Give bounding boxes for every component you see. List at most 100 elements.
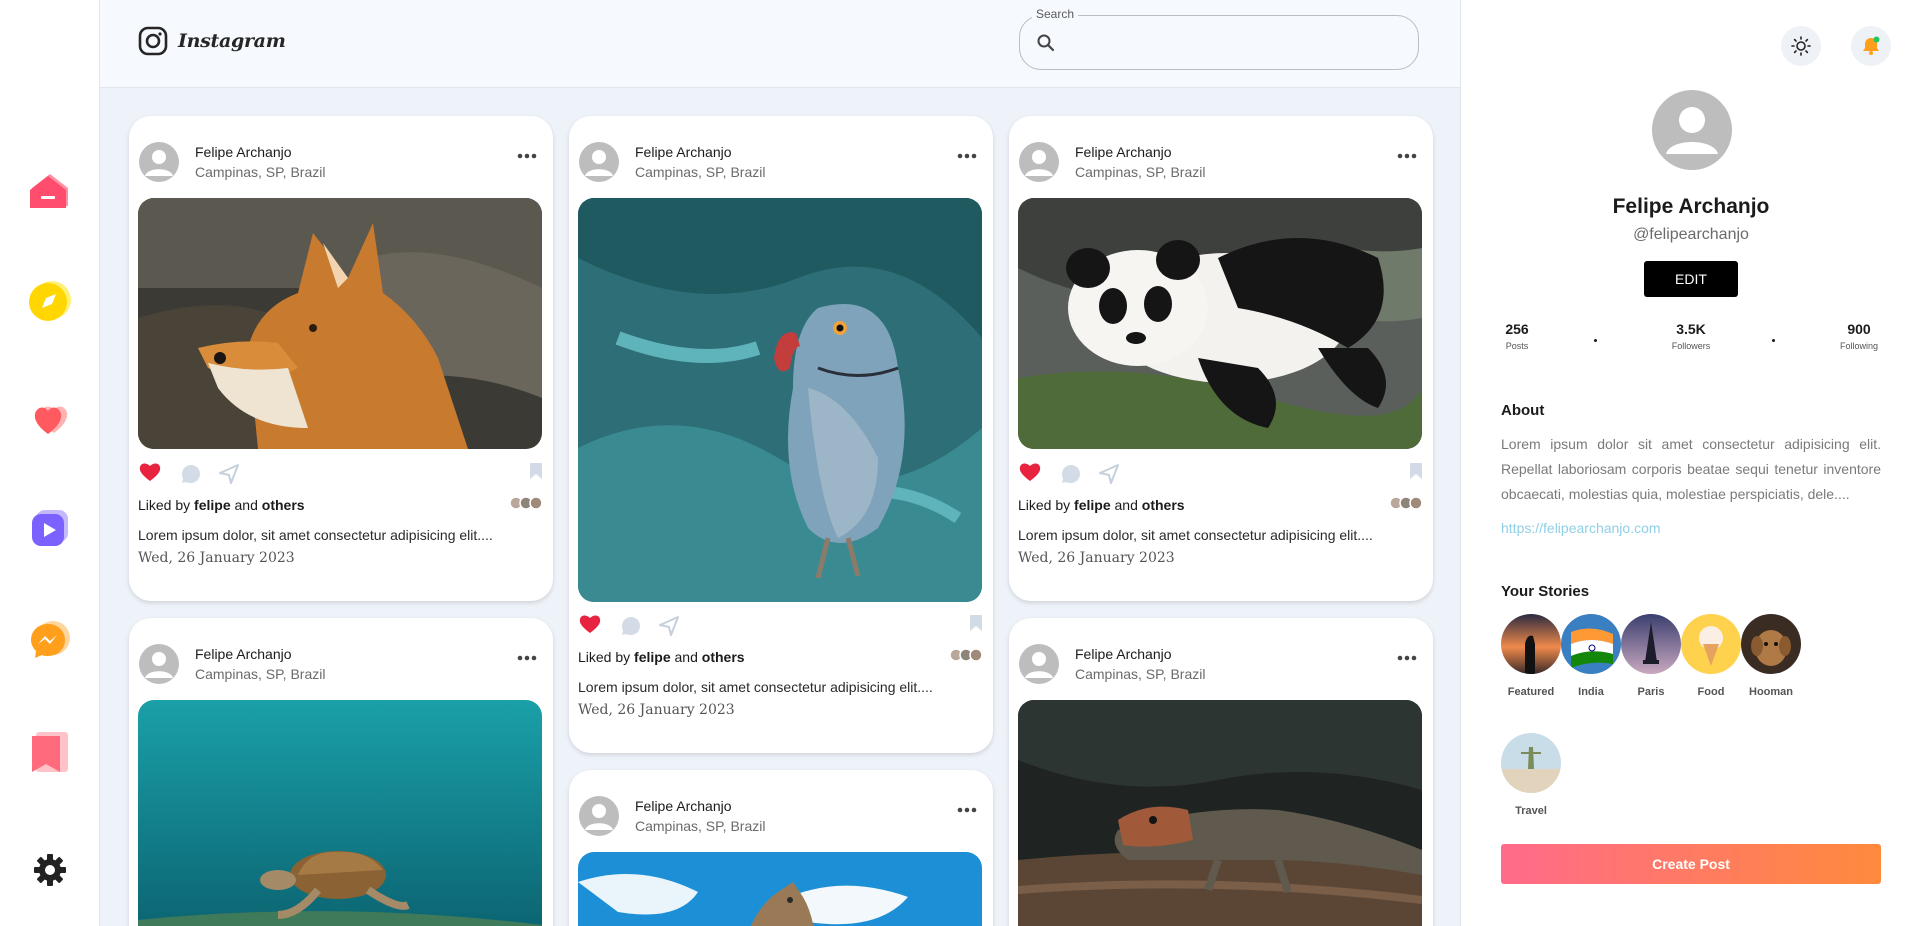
liked-avatars [949,648,983,662]
saved-icon[interactable] [26,728,74,776]
like-icon[interactable] [578,613,602,635]
liked-avatars [1389,496,1423,510]
about-text: Lorem ipsum dolor sit amet consectetur a… [1501,436,1881,502]
stat-posts: 256 Posts [1501,321,1533,351]
post-author[interactable]: Felipe Archanjo [635,144,732,160]
explore-icon[interactable] [26,277,74,325]
story-thumbnail [1681,614,1741,674]
profile-panel: Felipe Archanjo @felipearchanjo EDIT 256… [1460,0,1920,926]
avatar[interactable] [139,644,179,684]
stat-following: 900 Following [1837,321,1881,351]
stat-value: 3.5K [1676,321,1706,337]
post-header: Felipe Archanjo Campinas, SP, Brazil [569,116,993,200]
post-date: Wed, 26 January 2023 [1018,550,1175,566]
avatar[interactable] [1019,644,1059,684]
story-thumbnail [1741,614,1801,674]
avatar[interactable] [1019,142,1059,182]
post-location: Campinas, SP, Brazil [1075,666,1206,682]
profile-stats: 256 Posts 3.5K Followers 900 Following [1501,321,1881,361]
more-options-icon[interactable] [1395,648,1419,668]
search-label: Search [1032,7,1079,21]
share-icon[interactable] [658,615,680,637]
logo[interactable]: Instagram [138,26,286,56]
search-box[interactable]: Search [1019,7,1419,70]
instagram-logo-icon [138,26,168,56]
post-actions [1018,461,1424,487]
post-author[interactable]: Felipe Archanjo [635,798,732,814]
post-location: Campinas, SP, Brazil [1075,164,1206,180]
share-icon[interactable] [1098,463,1120,485]
messenger-icon[interactable] [26,616,74,664]
post-header: Felipe Archanjo Campinas, SP, Brazil [129,618,553,702]
settings-icon[interactable] [26,846,74,894]
profile-avatar[interactable] [1652,90,1732,170]
post-image-turtle[interactable] [138,700,542,926]
profile-link[interactable]: https://felipearchanjo.com [1501,520,1661,536]
more-options-icon[interactable] [955,800,979,820]
post-date: Wed, 26 January 2023 [138,550,295,566]
post-header: Felipe Archanjo Campinas, SP, Brazil [129,116,553,200]
story-thumbnail [1501,733,1561,793]
profile-name: Felipe Archanjo [1612,195,1770,218]
post-caption: Lorem ipsum dolor, sit amet consectetur … [578,679,933,695]
home-icon[interactable] [26,166,74,214]
like-icon[interactable] [138,461,162,483]
liked-by-text: Liked by felipe and others [1018,497,1185,513]
comment-icon[interactable] [1060,463,1082,485]
post-card: Felipe Archanjo Campinas, SP, Brazil [1009,618,1433,926]
edit-profile-button[interactable]: EDIT [1644,261,1738,297]
post-card: Felipe Archanjo Campinas, SP, Brazil [569,116,993,753]
top-header: Instagram Search [100,0,1460,88]
post-header: Felipe Archanjo Campinas, SP, Brazil [569,770,993,854]
theme-toggle-button[interactable] [1781,26,1821,66]
avatar[interactable] [139,142,179,182]
post-location: Campinas, SP, Brazil [635,818,766,834]
bell-icon [1863,36,1880,55]
post-image-lizard[interactable] [1018,700,1422,926]
more-options-icon[interactable] [515,648,539,668]
liked-by-text: Liked by felipe and others [578,649,745,665]
more-options-icon[interactable] [515,146,539,166]
post-image-parrot[interactable] [578,198,982,602]
post-actions [578,613,984,639]
stat-followers: 3.5K Followers [1663,321,1719,351]
comment-icon[interactable] [620,615,642,637]
post-image-giraffe[interactable] [578,852,982,926]
post-author[interactable]: Felipe Archanjo [195,144,292,160]
liked-by-text: Liked by felipe and others [138,497,305,513]
left-nav [0,0,100,926]
post-card: Felipe Archanjo Campinas, SP, Brazil [569,770,993,926]
post-author[interactable]: Felipe Archanjo [1075,144,1172,160]
post-caption: Lorem ipsum dolor, sit amet consectetur … [138,527,493,543]
post-location: Campinas, SP, Brazil [195,164,326,180]
logo-text: Instagram [178,30,286,52]
share-icon[interactable] [218,463,240,485]
stories-title: Your Stories [1501,583,1590,600]
search-input[interactable] [1064,26,1404,60]
comment-icon[interactable] [180,463,202,485]
bookmark-icon[interactable] [1408,461,1424,481]
stat-value: 256 [1505,321,1529,337]
post-image-panda[interactable] [1018,198,1422,449]
post-author[interactable]: Felipe Archanjo [195,646,292,662]
feed: Felipe Archanjo Campinas, SP, Brazil Lik… [100,88,1460,926]
story-hooman[interactable]: Hooman [1736,614,1806,698]
post-author[interactable]: Felipe Archanjo [1075,646,1172,662]
likes-icon[interactable] [26,393,74,441]
more-options-icon[interactable] [955,146,979,166]
like-icon[interactable] [1018,461,1042,483]
bookmark-icon[interactable] [968,613,984,633]
create-post-button[interactable]: Create Post [1501,844,1881,884]
reels-icon[interactable] [26,504,74,552]
more-options-icon[interactable] [1395,146,1419,166]
story-travel[interactable]: Travel [1496,733,1566,817]
avatar[interactable] [579,796,619,836]
post-image-fox[interactable] [138,198,542,449]
notifications-button[interactable] [1851,26,1891,66]
post-caption: Lorem ipsum dolor, sit amet consectetur … [1018,527,1373,543]
story-thumbnail [1621,614,1681,674]
avatar[interactable] [579,142,619,182]
liked-avatars [509,496,543,510]
bookmark-icon[interactable] [528,461,544,481]
post-header: Felipe Archanjo Campinas, SP, Brazil [1009,116,1433,200]
